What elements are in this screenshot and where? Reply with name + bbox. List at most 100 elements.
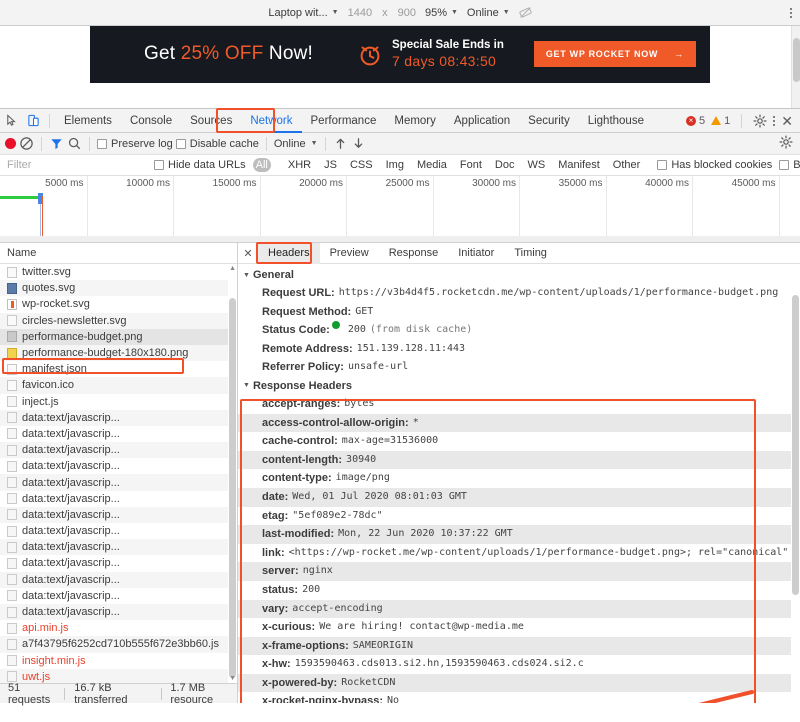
gear-icon[interactable] — [753, 114, 767, 128]
request-row[interactable]: data:text/javascrip... — [0, 474, 237, 490]
request-list[interactable]: twitter.svgquotes.svgwp-rocket.svgcircle… — [0, 264, 237, 683]
filter-type-img[interactable]: Img — [383, 158, 407, 172]
filter-type-all[interactable]: All — [253, 158, 271, 172]
inspect-element-icon[interactable] — [0, 110, 22, 132]
request-row[interactable]: data:text/javascrip... — [0, 410, 237, 426]
section-header[interactable]: ▼General — [238, 266, 800, 284]
request-row[interactable]: favicon.ico — [0, 377, 237, 393]
request-list-scrollbar[interactable]: ▲ ▼ — [228, 264, 237, 683]
header-row: etag:"5ef089e2-78dc" — [238, 507, 800, 526]
device-select[interactable]: Laptop wit... ▼ — [268, 7, 338, 19]
filter-type-js[interactable]: JS — [321, 158, 340, 172]
hide-data-urls-checkbox[interactable]: Hide data URLs — [154, 159, 246, 171]
request-row[interactable]: data:text/javascrip... — [0, 604, 237, 620]
detail-scrollbar-thumb[interactable] — [792, 295, 799, 595]
request-row[interactable]: api.min.js — [0, 620, 237, 636]
filter-type-xhr[interactable]: XHR — [285, 158, 314, 172]
request-row[interactable]: performance-budget.png — [0, 329, 237, 345]
tab-response[interactable]: Response — [379, 243, 449, 264]
request-row[interactable]: data:text/javascrip... — [0, 507, 237, 523]
filter-type-font[interactable]: Font — [457, 158, 485, 172]
request-row[interactable]: manifest.json — [0, 361, 237, 377]
request-row[interactable]: inject.js — [0, 394, 237, 410]
viewport-height-input[interactable]: 900 — [398, 7, 416, 19]
request-row[interactable]: wp-rocket.svg — [0, 296, 237, 312]
request-row[interactable]: data:text/javascrip... — [0, 555, 237, 571]
tab-application[interactable]: Application — [445, 109, 519, 133]
tab-headers[interactable]: Headers — [258, 243, 320, 264]
request-row[interactable]: performance-budget-180x180.png — [0, 345, 237, 361]
filter-type-media[interactable]: Media — [414, 158, 450, 172]
network-throttle-select[interactable]: Online ▼ — [467, 7, 510, 19]
request-row[interactable]: quotes.svg — [0, 280, 237, 296]
devtools-more-icon[interactable] — [773, 116, 775, 126]
search-icon[interactable] — [67, 136, 82, 151]
overview-scrollbar[interactable] — [0, 236, 800, 242]
filter-type-other[interactable]: Other — [610, 158, 644, 172]
filter-type-manifest[interactable]: Manifest — [555, 158, 603, 172]
scroll-down-icon[interactable]: ▼ — [229, 675, 236, 682]
tab-performance[interactable]: Performance — [302, 109, 386, 133]
tab-network[interactable]: Network — [241, 109, 301, 133]
blocked-requests-checkbox[interactable]: Blocked Requests — [779, 159, 800, 171]
network-overview[interactable]: 5000 ms10000 ms15000 ms20000 ms25000 ms3… — [0, 176, 800, 243]
filter-funnel-icon[interactable] — [49, 136, 64, 151]
request-row[interactable]: data:text/javascrip... — [0, 458, 237, 474]
request-row[interactable]: data:text/javascrip... — [0, 572, 237, 588]
filter-type-css[interactable]: CSS — [347, 158, 376, 172]
import-har-icon[interactable] — [333, 136, 348, 151]
has-blocked-cookies-checkbox[interactable]: Has blocked cookies — [657, 159, 772, 171]
column-header-name: Name — [7, 247, 36, 259]
tab-timing[interactable]: Timing — [504, 243, 557, 264]
tab-console[interactable]: Console — [121, 109, 181, 133]
device-menu-icon[interactable] — [790, 8, 792, 18]
filter-type-doc[interactable]: Doc — [492, 158, 518, 172]
section-header[interactable]: ▼Response Headers — [238, 377, 800, 395]
filter-input[interactable] — [5, 158, 140, 172]
request-row[interactable]: data:text/javascrip... — [0, 491, 237, 507]
request-row[interactable]: data:text/javascrip... — [0, 442, 237, 458]
tab-elements[interactable]: Elements — [55, 109, 121, 133]
gear-icon[interactable] — [779, 135, 793, 149]
request-row[interactable]: circles-newsletter.svg — [0, 313, 237, 329]
warning-count-badge[interactable]: 1 — [711, 115, 730, 127]
throttling-select[interactable]: Online ▼ — [274, 138, 318, 150]
scroll-up-icon[interactable]: ▲ — [229, 265, 236, 272]
request-row[interactable]: twitter.svg — [0, 264, 237, 280]
request-row[interactable]: insight.min.js — [0, 653, 237, 669]
tab-preview[interactable]: Preview — [320, 243, 379, 264]
close-detail-icon[interactable]: ✕ — [238, 247, 258, 260]
request-row[interactable]: uwt.js — [0, 669, 237, 683]
tab-sources[interactable]: Sources — [181, 109, 241, 133]
request-row[interactable]: data:text/javascrip... — [0, 523, 237, 539]
request-row[interactable]: data:text/javascrip... — [0, 426, 237, 442]
detail-scrollbar[interactable] — [791, 285, 800, 703]
close-icon[interactable]: ✕ — [781, 114, 793, 128]
get-wp-rocket-button[interactable]: GET WP ROCKET NOW → — [534, 41, 696, 67]
filter-type-ws[interactable]: WS — [524, 158, 548, 172]
disable-cache-checkbox[interactable]: Disable cache — [176, 138, 259, 150]
tab-memory[interactable]: Memory — [385, 109, 445, 133]
page-scrollbar-thumb[interactable] — [793, 38, 800, 82]
page-scrollbar[interactable] — [791, 26, 800, 108]
error-count-badge[interactable]: × 5 — [686, 115, 705, 127]
header-key: x-curious: — [262, 618, 315, 637]
request-row[interactable]: data:text/javascrip... — [0, 588, 237, 604]
record-button[interactable] — [5, 138, 16, 149]
cta-label: GET WP ROCKET NOW — [546, 49, 658, 59]
request-list-scrollbar-thumb[interactable] — [229, 298, 236, 678]
export-har-icon[interactable] — [351, 136, 366, 151]
device-toolbar-icon[interactable] — [22, 110, 44, 132]
timeline-gridline — [606, 176, 607, 243]
request-row[interactable]: data:text/javascrip... — [0, 539, 237, 555]
rotate-icon[interactable] — [519, 6, 532, 19]
clear-icon[interactable] — [19, 136, 34, 151]
tab-security[interactable]: Security — [519, 109, 579, 133]
tab-initiator[interactable]: Initiator — [448, 243, 504, 264]
preserve-log-checkbox[interactable]: Preserve log — [97, 138, 173, 150]
viewport-width-input[interactable]: 1440 — [348, 7, 372, 19]
warning-triangle-icon — [711, 116, 721, 125]
tab-lighthouse[interactable]: Lighthouse — [579, 109, 653, 133]
request-row[interactable]: a7f43795f6252cd710b555f672e3bb60.js — [0, 636, 237, 652]
zoom-select[interactable]: 95% ▼ — [425, 7, 458, 19]
